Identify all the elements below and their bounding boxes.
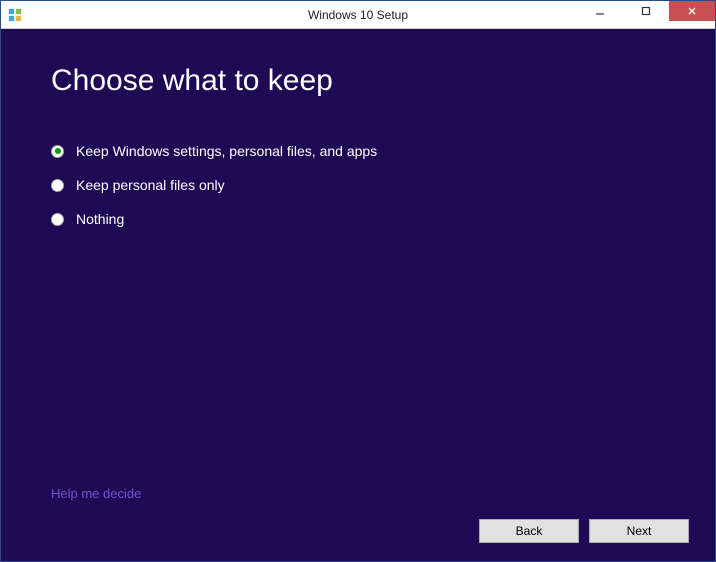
- option-nothing[interactable]: Nothing: [51, 211, 665, 227]
- window-title: Windows 10 Setup: [308, 8, 408, 22]
- radio-icon: [51, 145, 64, 158]
- next-button[interactable]: Next: [589, 519, 689, 543]
- radio-icon: [51, 213, 64, 226]
- maximize-button[interactable]: [623, 1, 669, 21]
- titlebar: Windows 10 Setup: [1, 1, 715, 29]
- window-controls: [577, 1, 715, 28]
- radio-icon: [51, 179, 64, 192]
- option-label: Keep personal files only: [76, 177, 225, 193]
- button-row: Back Next: [479, 519, 689, 543]
- option-label: Nothing: [76, 211, 124, 227]
- app-icon: [7, 7, 23, 23]
- back-button[interactable]: Back: [479, 519, 579, 543]
- content-area: Choose what to keep Keep Windows setting…: [1, 29, 715, 561]
- close-button[interactable]: [669, 1, 715, 21]
- options-group: Keep Windows settings, personal files, a…: [51, 143, 665, 227]
- setup-window: Windows 10 Setup Choose what to keep Kee…: [0, 0, 716, 562]
- option-keep-files-only[interactable]: Keep personal files only: [51, 177, 665, 193]
- help-me-decide-link[interactable]: Help me decide: [51, 486, 141, 501]
- option-label: Keep Windows settings, personal files, a…: [76, 143, 377, 159]
- page-title: Choose what to keep: [51, 64, 665, 98]
- minimize-button[interactable]: [577, 1, 623, 21]
- option-keep-everything[interactable]: Keep Windows settings, personal files, a…: [51, 143, 665, 159]
